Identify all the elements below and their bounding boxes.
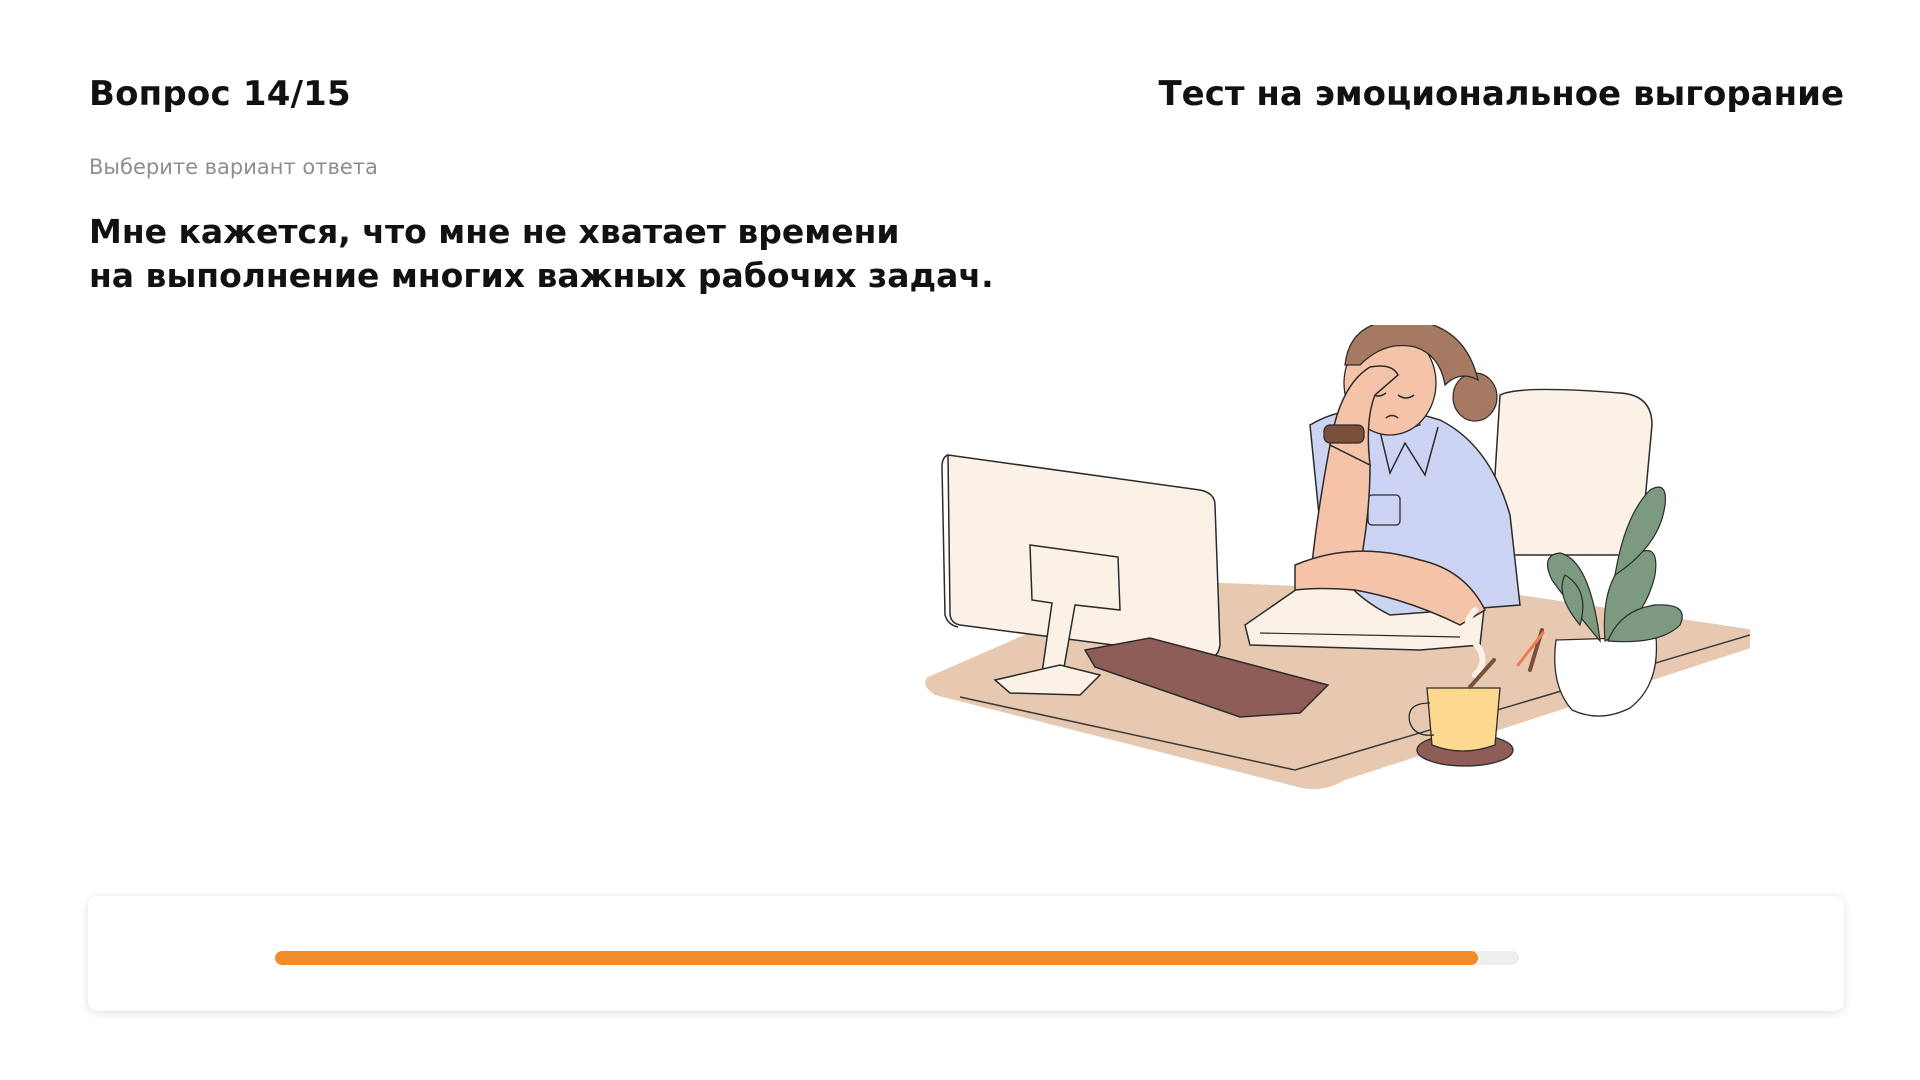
question-counter: Вопрос 14/15 [89,74,351,114]
progress-track [275,951,1519,965]
tired-woman-at-desk-illustration [925,325,1750,789]
question-line-1: Мне кажется, что мне не хватает времени [89,212,900,251]
progress-panel [88,896,1844,1011]
answer-instruction: Выберите вариант ответа [89,155,378,179]
quiz-page: Вопрос 14/15 Тест на эмоциональное выгор… [0,0,1920,1080]
question-line-2: на выполнение многих важных рабочих зада… [89,256,994,295]
question-text: Мне кажется, что мне не хватает времени … [89,210,994,298]
test-title: Тест на эмоциональное выгорание [1158,74,1844,114]
coffee-mug-icon [1426,687,1501,752]
plant-pot-icon [1554,636,1658,717]
watch-icon [1323,424,1365,444]
progress-fill [275,951,1478,965]
